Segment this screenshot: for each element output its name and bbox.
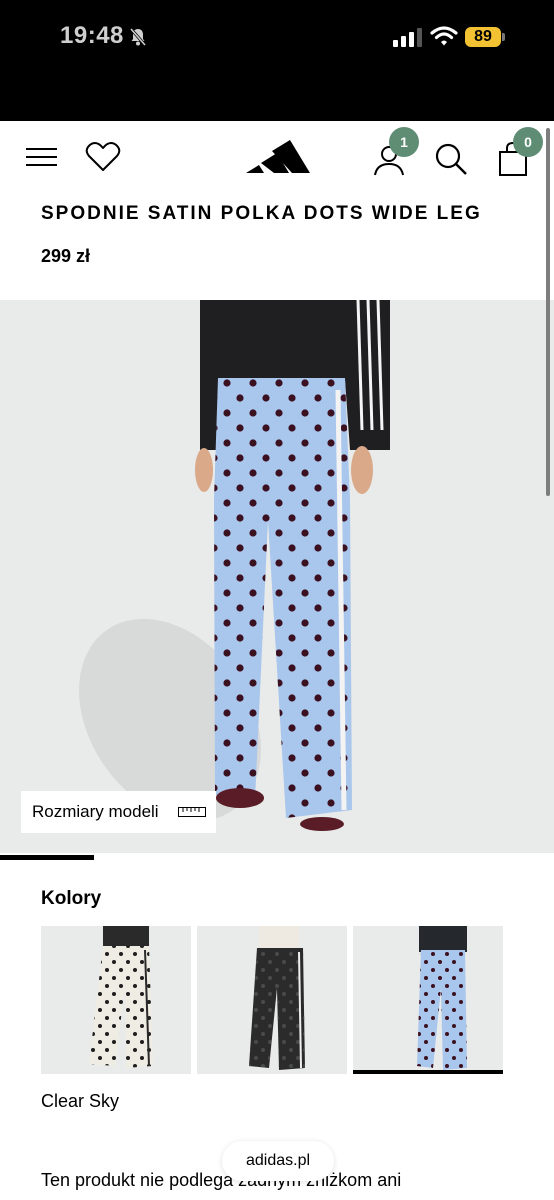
swatch-photo-2 [249,926,305,1070]
product-title: SPODNIE SATIN POLKA DOTS WIDE LEG [41,203,482,224]
heart-icon[interactable] [85,141,121,173]
battery-level: 89 [474,28,492,45]
product-image[interactable] [0,300,554,853]
wifi-icon [430,26,458,46]
gallery-progress-fill [0,855,95,860]
menu-icon[interactable] [25,145,58,169]
product-photo [79,300,390,831]
selected-swatch-indicator [353,1070,503,1074]
bag-badge: 0 [513,127,543,157]
model-sizes-button[interactable]: Rozmiary modeli [21,791,216,833]
ruler-icon [178,807,206,817]
bell-slash-icon [129,28,147,46]
status-bar: 19:48 89 [0,0,554,121]
model-sizes-label: Rozmiary modeli [32,802,159,821]
account-badge: 1 [389,127,419,157]
gallery-progress [0,855,554,860]
battery-cap [502,33,505,41]
swatch-photo-3 [417,926,467,1070]
adidas-logo[interactable] [244,135,310,179]
search-icon[interactable] [433,141,469,177]
colors-heading: Kolory [41,888,102,909]
battery-icon: 89 [465,27,505,47]
page-scrollbar[interactable] [546,128,550,496]
status-time: 19:48 [60,22,124,49]
selected-color-name: Clear Sky [41,1091,120,1111]
color-swatch-3[interactable] [353,926,503,1074]
product-price: 299 zł [41,246,91,266]
color-swatch-1[interactable] [41,926,191,1074]
browser-url-bar[interactable]: adidas.pl [222,1141,334,1181]
discount-disclaimer: Ten produkt nie podlega żadnym zniżkom a… [41,1170,402,1190]
site-header: 1 0 [0,121,554,193]
signal-icon [393,28,422,47]
color-swatch-2[interactable] [197,926,347,1074]
swatch-photo-1 [89,926,153,1068]
